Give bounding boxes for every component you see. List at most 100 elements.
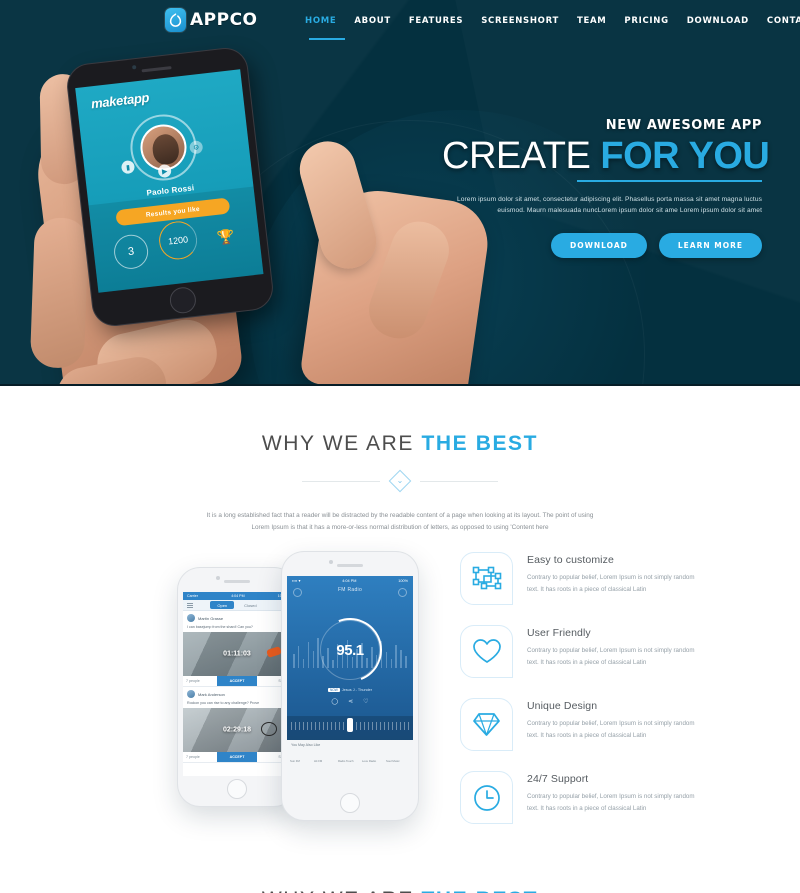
nav-item-about[interactable]: ABOUT: [354, 2, 390, 39]
status-signal-icon: ▪▪▪▪ ▾: [292, 579, 301, 584]
feature-title: Easy to customize: [527, 554, 614, 567]
feed-user: Martin Grasse: [183, 611, 291, 625]
status-battery: 100%: [398, 578, 408, 583]
hero-copy: NEW AWESOME APP CREATE FOR YOU Lorem ips…: [442, 118, 770, 258]
list-item[interactable]: Hit FM: [314, 749, 336, 767]
divider-line-right: [420, 481, 498, 482]
feature-description: Contrary to popular belief, Lorem Ipsum …: [527, 574, 695, 593]
accept-button[interactable]: ACCEPT: [217, 676, 257, 687]
nav-item-pricing[interactable]: PRICING: [624, 2, 668, 39]
logo-text: APPCO: [190, 9, 258, 30]
status-time: 4:04 PM: [231, 594, 245, 599]
feature-description: Contrary to popular belief, Lorem Ipsum …: [527, 647, 695, 666]
frequency-dial[interactable]: 95.1: [320, 620, 380, 681]
nav-item-features[interactable]: FEATURES: [409, 2, 463, 39]
phone-left-screen: Carrier 4:04 PM 100% Open Closed Martin …: [183, 592, 291, 777]
hero-paragraph: Lorem ipsum dolor sit amet, consectetur …: [456, 195, 762, 215]
feature-body: 24/7 Support Contrary to popular belief,…: [527, 771, 705, 824]
radio-app-title: FM Radio: [337, 587, 363, 594]
now-playing: NOW Jesus J - Thunder: [287, 688, 413, 693]
landing-page: maketapp ▮ ▶ ⚙ Paolo Rossi Results you l…: [0, 0, 800, 893]
divider-line-left: [302, 481, 380, 482]
feature-title: Unique Design: [527, 700, 598, 713]
feed-card: Mark Anderson Rockon you can rise to any…: [183, 687, 291, 764]
suggestions-list: You May Also Like Sun FM Hit FM Radio To…: [287, 740, 413, 791]
heart-icon: [460, 625, 513, 679]
nav-item-home[interactable]: HOME: [305, 2, 336, 39]
droplet-logo-icon: [165, 8, 186, 32]
chevron-down-icon: ⌄: [396, 476, 404, 485]
tab-open[interactable]: Open: [210, 601, 235, 610]
power-icon[interactable]: [398, 588, 407, 598]
feature-body: Easy to customize Contrary to popular be…: [527, 552, 705, 605]
feature-item-unique-design: Unique Design Contrary to popular belief…: [460, 698, 760, 752]
frequency-slider[interactable]: [287, 716, 413, 741]
thumbnail-caption: Love Radio: [362, 759, 377, 764]
phone-home-button: [340, 793, 360, 814]
phone-right-screen: ▪▪▪▪ ▾ 4:04 PM 100% FM Radio 95.1 NOW Je…: [287, 576, 413, 791]
section-divider: ⌄: [302, 469, 498, 493]
hero-underline: [577, 179, 762, 182]
share-icon[interactable]: ⋖: [348, 698, 353, 705]
tab-closed[interactable]: Closed: [237, 601, 263, 609]
accept-button[interactable]: ACCEPT: [217, 752, 257, 763]
phone-home-button: [168, 285, 198, 315]
app-brand-label: maketapp: [90, 89, 150, 112]
menu-icon[interactable]: [293, 588, 302, 598]
thumbnail-caption: Radio Touch: [338, 759, 354, 764]
section-title: WHY WE ARE THE BEST: [0, 432, 800, 456]
phone-camera-icon: [132, 65, 137, 70]
phone-mockup-left: Carrier 4:04 PM 100% Open Closed Martin …: [178, 568, 296, 807]
nav-item-screenshort[interactable]: SCREENSHORT: [481, 2, 559, 39]
menu-icon[interactable]: [187, 603, 193, 609]
phone-mockup-right: ▪▪▪▪ ▾ 4:04 PM 100% FM Radio 95.1 NOW Je…: [282, 552, 418, 821]
phone-camera-icon: [216, 576, 220, 581]
nav-item-download[interactable]: DOWNLOAD: [687, 2, 749, 39]
status-bar: Carrier 4:04 PM 100%: [183, 592, 291, 601]
phone-camera-icon: [329, 560, 333, 565]
feed-people-count: 7 people: [186, 755, 200, 760]
phone-speaker: [141, 66, 172, 73]
nav-item-team[interactable]: TEAM: [577, 2, 606, 39]
diamond-icon: [460, 698, 513, 752]
status-time: 4:04 PM: [342, 578, 357, 583]
refresh-icon[interactable]: ◯: [331, 698, 338, 705]
download-button[interactable]: DOWNLOAD: [551, 232, 647, 258]
heart-icon[interactable]: ♡: [363, 698, 368, 705]
frequency-value: 95.1: [336, 641, 364, 659]
section-title: WHY WE ARE THE BEST: [0, 888, 800, 893]
nav-item-contact[interactable]: CONTACT: [767, 2, 800, 39]
section-title-plain: WHY WE ARE: [261, 432, 415, 455]
slider-knob[interactable]: [347, 718, 353, 733]
feature-title: User Friendly: [527, 627, 591, 640]
feature-description: Contrary to popular belief, Lorem Ipsum …: [527, 720, 695, 739]
feature-item-easy-to-customize: Easy to customize Contrary to popular be…: [460, 552, 760, 606]
feature-list: Easy to customize Contrary to popular be…: [460, 552, 760, 844]
hero-title-plain: CREATE: [442, 135, 591, 177]
hero-phone-screen: maketapp ▮ ▶ ⚙ Paolo Rossi Results you l…: [75, 69, 264, 293]
list-item[interactable]: Sun FM: [290, 749, 312, 767]
best-section-header: WHY WE ARE THE BEST ⌄ It is a long estab…: [0, 386, 800, 534]
main-nav: HOME ABOUT FEATURES SCREENSHORT TEAM PRI…: [305, 0, 800, 41]
feed-tabs: Open Closed: [183, 600, 291, 612]
feed-image: 01:11:03: [183, 632, 291, 677]
feed-user: Mark Anderson: [183, 687, 291, 701]
learn-more-button[interactable]: LEARN MORE: [658, 232, 762, 258]
feed-timer: 02:29:18: [222, 726, 252, 734]
now-badge: NOW: [327, 688, 340, 693]
logo[interactable]: APPCO: [165, 8, 258, 32]
avatar: [187, 614, 195, 623]
feed-actions: 7 people ACCEPT Share: [183, 752, 291, 763]
hero-title-accent: FOR YOU: [600, 135, 770, 177]
hero-buttons: DOWNLOAD LEARN MORE: [442, 232, 762, 258]
list-item[interactable]: Radio Touch: [338, 749, 360, 767]
list-item[interactable]: Love Radio: [362, 749, 384, 767]
list-item[interactable]: Soul Music: [386, 749, 408, 767]
feature-item-user-friendly: User Friendly Contrary to popular belief…: [460, 625, 760, 679]
feed-text: I can basejump from the shard! Can you?: [187, 625, 253, 630]
radio-action-icons: ◯ ⋖ ♡: [287, 698, 413, 705]
suggestion-thumbnails: Sun FM Hit FM Radio Touch Love Radio Sou…: [287, 749, 413, 767]
feed-actions: 7 people ACCEPT Share: [183, 676, 291, 687]
feed-user-name: Martin Grasse: [198, 615, 224, 621]
thumbnail-caption: Soul Music: [386, 759, 400, 764]
